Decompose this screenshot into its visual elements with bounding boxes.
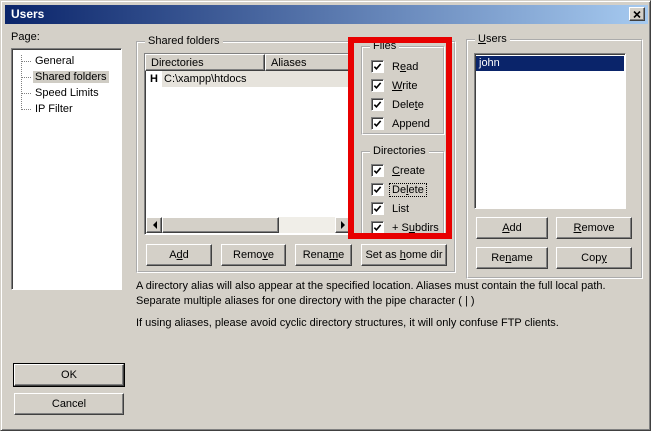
page-list: General Shared folders Speed Limits IP F… xyxy=(11,48,122,290)
page-item-ip-filter[interactable]: IP Filter xyxy=(12,102,121,118)
alias-notes: A directory alias will also appear at th… xyxy=(136,279,644,331)
user-item-john[interactable]: john xyxy=(476,56,624,71)
directory-row[interactable]: H C:\xampp\htdocs xyxy=(145,71,352,87)
user-copy-button[interactable]: Copy xyxy=(556,247,632,269)
highlight-annotation-rectangle xyxy=(348,37,452,239)
page-label: Page: xyxy=(11,31,40,43)
scroll-left-icon xyxy=(149,221,157,229)
list-header: Directories Aliases xyxy=(145,54,352,71)
alias-note-1: A directory alias will also appear at th… xyxy=(136,279,644,309)
user-add-button[interactable]: Add xyxy=(476,217,548,239)
user-rename-button[interactable]: Rename xyxy=(476,247,548,269)
page-item-speed-limits[interactable]: Speed Limits xyxy=(12,86,121,102)
page-item-shared-folders[interactable]: Shared folders xyxy=(12,70,121,86)
shared-folders-list: Directories Aliases H C:\xampp\htdocs xyxy=(144,53,353,235)
directory-path: C:\xampp\htdocs xyxy=(162,71,352,87)
scroll-left-button[interactable] xyxy=(146,217,162,233)
page-item-general[interactable]: General xyxy=(12,54,121,70)
window-title: Users xyxy=(11,7,44,21)
alias-note-2: If using aliases, please avoid cyclic di… xyxy=(136,316,644,331)
users-dialog: Users Page: General Shared folders Speed… xyxy=(0,0,651,431)
close-icon xyxy=(633,11,641,18)
shared-folders-group-label: Shared folders xyxy=(145,35,223,47)
users-list: john xyxy=(474,53,626,209)
set-as-home-dir-button[interactable]: Set as home dir xyxy=(361,244,447,266)
close-button[interactable] xyxy=(629,7,645,21)
folder-rename-button[interactable]: Rename xyxy=(295,244,352,266)
scrollbar-thumb[interactable] xyxy=(162,217,279,233)
users-group-label: Users xyxy=(475,33,510,45)
horizontal-scrollbar[interactable] xyxy=(146,217,351,233)
folder-add-button[interactable]: Add xyxy=(146,244,212,266)
user-remove-button[interactable]: Remove xyxy=(556,217,632,239)
title-bar[interactable]: Users xyxy=(5,5,648,24)
home-marker: H xyxy=(145,71,162,87)
scrollbar-track[interactable] xyxy=(279,217,335,233)
column-header-aliases[interactable]: Aliases xyxy=(265,54,352,71)
cancel-button[interactable]: Cancel xyxy=(14,393,124,415)
column-header-directories[interactable]: Directories xyxy=(145,54,265,71)
ok-button[interactable]: OK xyxy=(14,364,124,386)
folder-remove-button[interactable]: Remove xyxy=(221,244,286,266)
